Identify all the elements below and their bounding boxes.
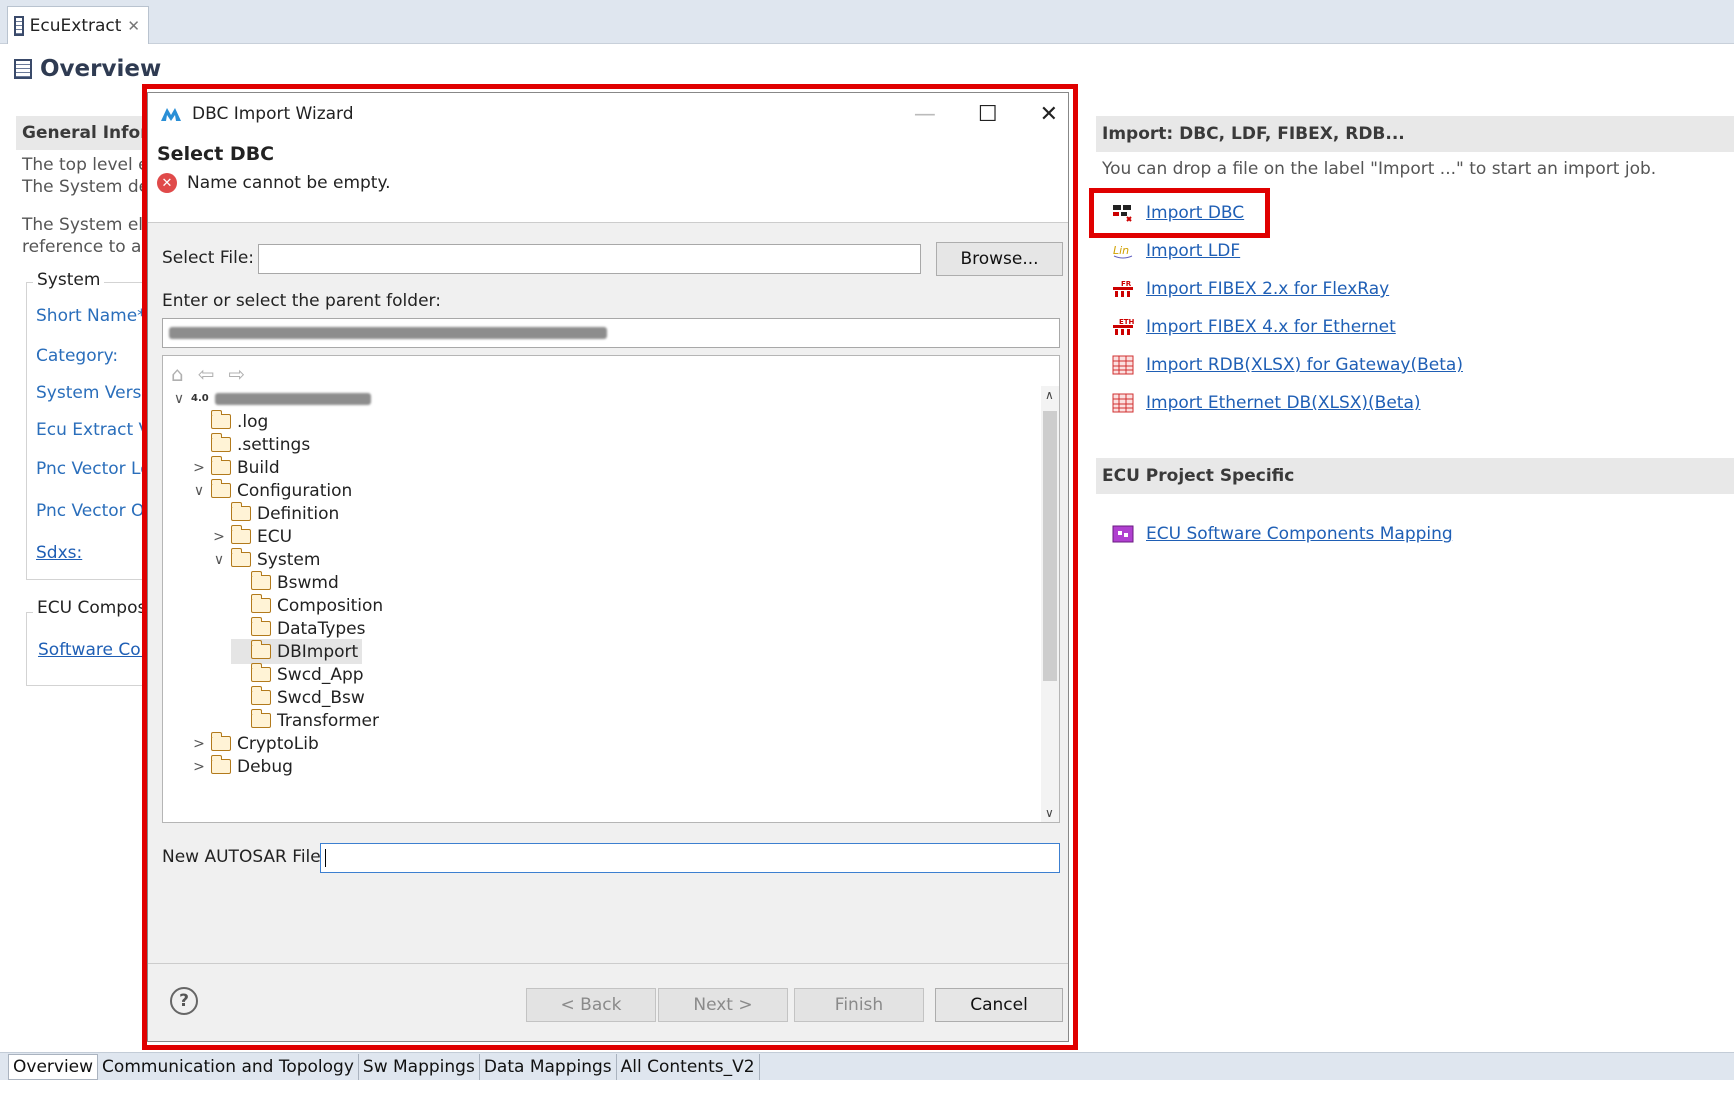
document-icon	[14, 15, 24, 36]
import-fibex-ethernet-link[interactable]: ETH Import FIBEX 4.x for Ethernet	[1112, 317, 1396, 337]
import-description: You can drop a file on the label "Import…	[1102, 159, 1657, 179]
short-name-label: Short Name*:	[36, 306, 152, 326]
import-rdb-label[interactable]: Import RDB(XLSX) for Gateway(Beta)	[1146, 355, 1463, 375]
general-desc-2: The System des	[22, 177, 146, 197]
import-dbc-highlight-box	[1089, 188, 1270, 238]
general-desc-1: The top level ele	[22, 155, 146, 175]
fibex-fr-icon: FR	[1113, 280, 1133, 297]
tab-data-mappings[interactable]: Data Mappings	[480, 1053, 617, 1080]
tab-all-contents-v2[interactable]: All Contents_V2	[617, 1053, 760, 1080]
sdxs-link[interactable]: Sdxs:	[36, 543, 82, 563]
import-fibex-flexray-link[interactable]: FR Import FIBEX 2.x for FlexRay	[1112, 279, 1389, 299]
svg-text:FR: FR	[1121, 280, 1132, 288]
editor-tab-ecuextract[interactable]: EcuExtract ✕	[7, 6, 149, 44]
tab-overview[interactable]: Overview	[8, 1053, 99, 1080]
pnc-vector-length-label: Pnc Vector Le	[36, 459, 151, 479]
ecu-composition-group-title: ECU Composi	[33, 598, 156, 618]
pnc-vector-offset-label: Pnc Vector Of	[36, 501, 151, 521]
editor-tab-bar: EcuExtract ✕	[0, 0, 1734, 44]
import-fibex-ethernet-label[interactable]: Import FIBEX 4.x for Ethernet	[1146, 317, 1396, 337]
import-fibex-flexray-label[interactable]: Import FIBEX 2.x for FlexRay	[1146, 279, 1389, 299]
import-header: Import: DBC, LDF, FIBEX, RDB...	[1096, 116, 1734, 152]
ecu-extract-version-label: Ecu Extract Ve	[36, 420, 160, 440]
system-group-title: System	[33, 270, 105, 290]
tab-sw-mappings[interactable]: Sw Mappings	[359, 1053, 480, 1080]
dialog-highlight-box	[142, 84, 1078, 1050]
overview-icon	[14, 59, 32, 79]
fibex-eth-icon: ETH	[1113, 318, 1134, 335]
general-info-header: General Inform	[16, 116, 146, 150]
import-rdb-link[interactable]: Import RDB(XLSX) for Gateway(Beta)	[1112, 355, 1463, 375]
svg-text:ETH: ETH	[1119, 318, 1134, 326]
ecu-software-components-mapping-label[interactable]: ECU Software Components Mapping	[1146, 524, 1453, 544]
page-title: Overview	[14, 56, 161, 82]
software-components-link[interactable]: Software Com	[38, 640, 157, 660]
close-icon[interactable]: ✕	[127, 17, 140, 35]
general-desc-3: The System elem	[22, 215, 146, 235]
ldf-icon: Lin	[1113, 244, 1133, 259]
general-desc-4: reference to an	[22, 237, 146, 257]
editor-tab-label: EcuExtract	[29, 15, 122, 36]
import-ldf-label[interactable]: Import LDF	[1146, 241, 1240, 261]
editor-page-tabs: Overview Communication and Topology Sw M…	[0, 1052, 1734, 1080]
import-ethernet-db-label[interactable]: Import Ethernet DB(XLSX)(Beta)	[1146, 393, 1421, 413]
import-section: Import: DBC, LDF, FIBEX, RDB... You can …	[1096, 116, 1734, 180]
import-ldf-link[interactable]: Lin Import LDF	[1112, 241, 1240, 261]
rdb-icon	[1112, 355, 1134, 375]
component-mapping-icon	[1112, 525, 1134, 543]
tab-communication-and-topology[interactable]: Communication and Topology	[98, 1053, 359, 1080]
ecu-project-specific-header: ECU Project Specific	[1096, 458, 1734, 494]
category-label: Category:	[36, 346, 119, 366]
system-version-label: System Versio	[36, 383, 157, 403]
ecu-software-components-mapping-link[interactable]: ECU Software Components Mapping	[1112, 524, 1453, 544]
ethernet-db-icon	[1112, 393, 1134, 413]
svg-text:Lin: Lin	[1113, 244, 1129, 257]
import-ethernet-db-link[interactable]: Import Ethernet DB(XLSX)(Beta)	[1112, 393, 1421, 413]
page-title-text: Overview	[40, 56, 162, 82]
